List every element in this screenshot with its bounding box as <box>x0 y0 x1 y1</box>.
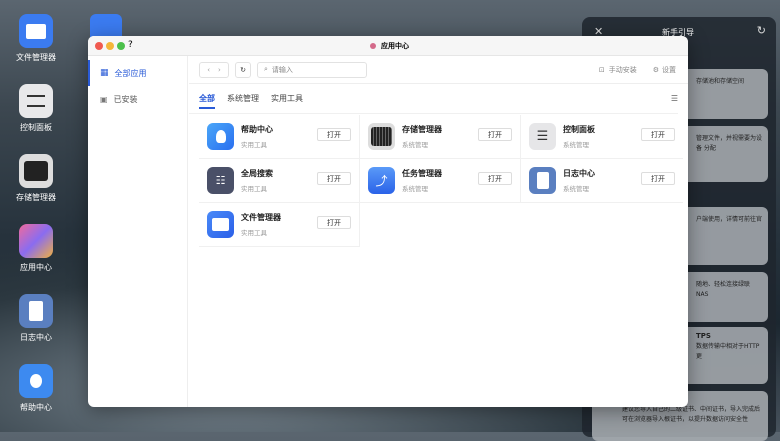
open-button[interactable]: 打开 <box>641 172 675 185</box>
open-button[interactable]: 打开 <box>641 128 675 141</box>
close-button[interactable] <box>95 42 103 50</box>
desktop-icon-app-center[interactable]: 应用中心 <box>8 224 64 273</box>
sliders-icon <box>19 84 53 118</box>
open-button[interactable]: 打开 <box>478 172 512 185</box>
main-content: ‹ › ↻ ⌕ 请输入 ⊡ 手动安装 ⚙ 设置 全部 系统管理 实用工具 ☰ 帮助中心实… <box>189 56 688 407</box>
tab-system[interactable]: 系统管理 <box>227 93 259 104</box>
nav-buttons: ‹ › <box>199 61 229 78</box>
search-input[interactable]: ⌕ 请输入 <box>257 61 367 78</box>
open-button[interactable]: 打开 <box>317 172 351 185</box>
refresh-icon[interactable]: ↻ <box>757 24 766 37</box>
sort-icon[interactable]: ☰ <box>671 94 678 103</box>
minimize-button[interactable] <box>106 42 114 50</box>
app-center-icon <box>370 43 376 49</box>
storage-icon <box>368 123 395 150</box>
app-card[interactable]: 帮助中心 实用工具 打开 <box>199 115 360 159</box>
search-icon: ⌕ <box>264 65 268 73</box>
desktop-icon-log-center[interactable]: 日志中心 <box>8 294 64 343</box>
back-button[interactable]: ‹ <box>207 66 210 74</box>
app-center-window: ? 应用中心 ▦ 全部应用 ▣ 已安装 ‹ › ↻ ⌕ 请输入 ⊡ 手动安装 ⚙ 设置 全部… <box>88 36 688 407</box>
search-list-icon: ☷ <box>207 167 234 194</box>
log-icon <box>529 167 556 194</box>
folder-icon <box>207 211 234 238</box>
open-button[interactable]: 打开 <box>478 128 512 141</box>
refresh-button[interactable]: ↻ <box>235 61 251 78</box>
desktop-icon-control-panel[interactable]: 控制面板 <box>8 84 64 133</box>
maximize-button[interactable] <box>117 42 125 50</box>
gear-icon: ⚙ <box>652 65 659 74</box>
sidebar: ▦ 全部应用 ▣ 已安装 <box>88 56 188 407</box>
desktop-icon-task-manager[interactable] <box>90 14 122 38</box>
log-icon <box>19 294 53 328</box>
app-center-icon <box>19 224 53 258</box>
lightbulb-icon <box>207 123 234 150</box>
manual-install-button[interactable]: ⊡ 手动安装 <box>599 65 637 75</box>
help-button[interactable]: ? <box>128 40 133 50</box>
sliders-icon: ☰ <box>529 123 556 150</box>
open-button[interactable]: 打开 <box>317 128 351 141</box>
window-title: 应用中心 <box>381 42 409 50</box>
install-icon: ⊡ <box>598 65 605 74</box>
lightbulb-icon <box>19 364 53 398</box>
app-card[interactable]: ⤴ 任务管理器 系统管理 打开 <box>360 159 521 203</box>
installed-icon: ▣ <box>100 94 108 104</box>
storage-icon <box>19 154 53 188</box>
folder-icon <box>19 14 53 48</box>
sidebar-item-installed[interactable]: ▣ 已安装 <box>88 86 187 112</box>
trend-icon: ⤴ <box>368 167 395 194</box>
desktop-icon-storage-manager[interactable]: 存储管理器 <box>8 154 64 203</box>
app-card[interactable]: 日志中心 系统管理 打开 <box>521 159 683 203</box>
desktop-icon-help-center[interactable]: 帮助中心 <box>8 364 64 413</box>
app-card[interactable]: 存储管理器 系统管理 打开 <box>360 115 521 159</box>
app-card[interactable]: ☰ 控制面板 系统管理 打开 <box>521 115 683 159</box>
grid-icon: ▦ <box>100 68 109 78</box>
desktop-icon-file-manager[interactable]: 文件管理器 <box>8 14 64 63</box>
toolbar: ‹ › ↻ ⌕ 请输入 ⊡ 手动安装 ⚙ 设置 <box>189 56 688 84</box>
app-card[interactable]: 文件管理器 实用工具 打开 <box>199 203 360 247</box>
open-button[interactable]: 打开 <box>317 216 351 229</box>
app-card[interactable]: ☷ 全局搜索 实用工具 打开 <box>199 159 360 203</box>
settings-button[interactable]: ⚙ 设置 <box>653 65 676 75</box>
app-grid: 帮助中心 实用工具 打开 存储管理器 系统管理 打开 ☰ 控制面板 系统管理 打开 ☷ 全局搜索… <box>199 115 683 247</box>
forward-button[interactable]: › <box>218 66 221 74</box>
category-tabs: 全部 系统管理 实用工具 ☰ <box>189 84 678 114</box>
title-bar: ? 应用中心 <box>88 36 688 56</box>
tab-tools[interactable]: 实用工具 <box>271 93 303 104</box>
tab-all[interactable]: 全部 <box>199 93 215 109</box>
sidebar-item-all-apps[interactable]: ▦ 全部应用 <box>88 60 187 86</box>
